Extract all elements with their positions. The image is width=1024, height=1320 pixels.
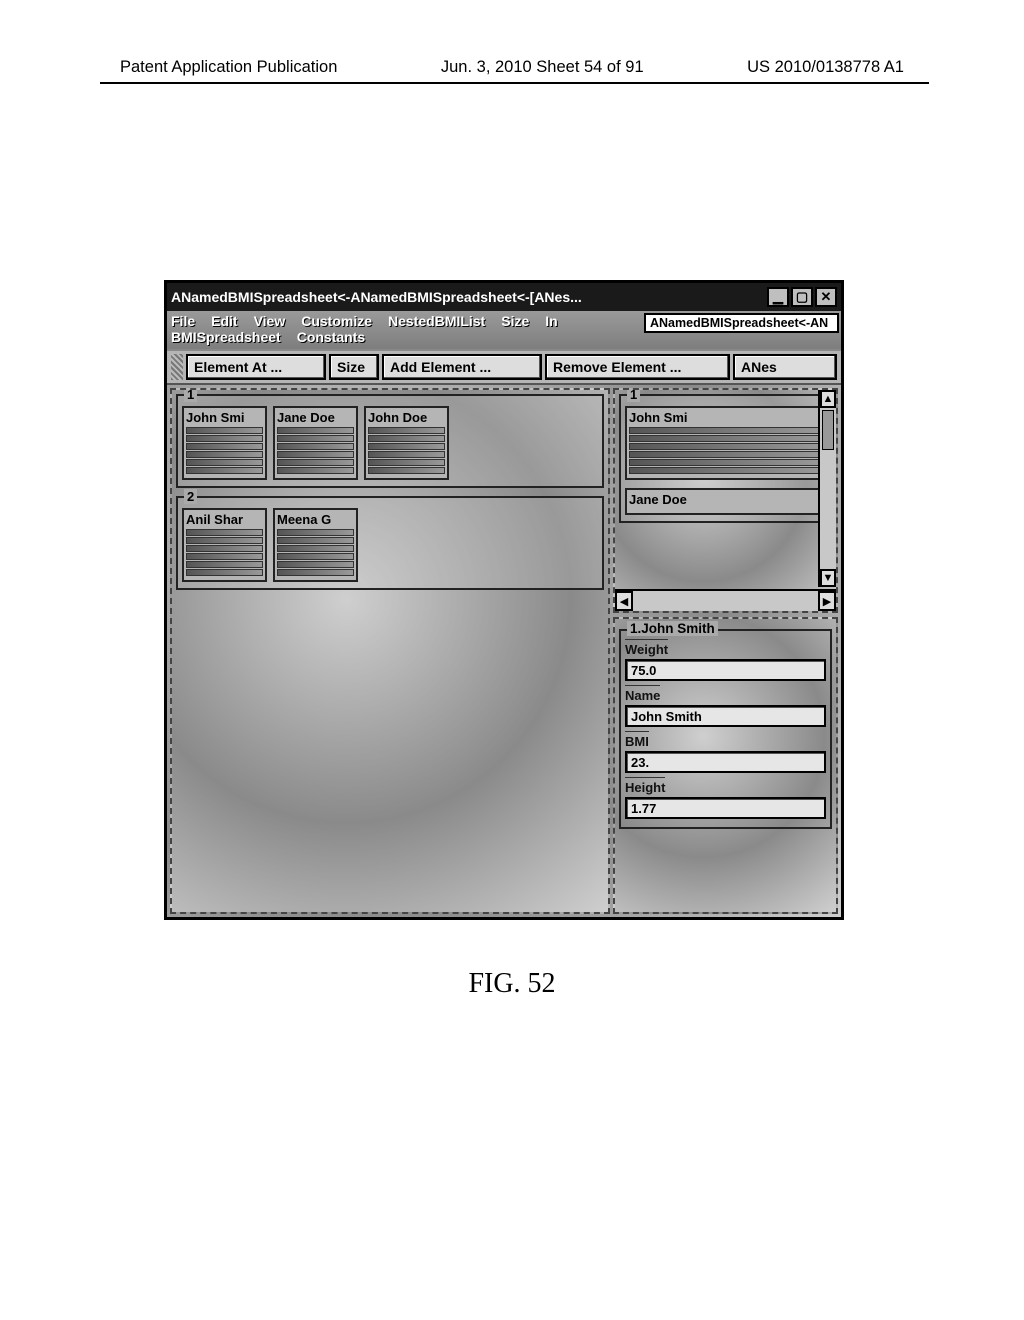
menu-size[interactable]: Size bbox=[501, 313, 529, 329]
right-card-john-smi[interactable]: John Smi bbox=[625, 406, 826, 480]
card-body bbox=[277, 427, 354, 474]
menu-bar: File Edit View Customize NestedBMIList S… bbox=[167, 311, 841, 349]
vertical-scrollbar[interactable]: ▲ ▼ bbox=[818, 390, 836, 587]
size-button[interactable]: Size bbox=[329, 354, 379, 380]
anes-button[interactable]: ANes bbox=[733, 354, 837, 380]
scroll-up-icon[interactable]: ▲ bbox=[820, 390, 836, 408]
add-element-button[interactable]: Add Element ... bbox=[382, 354, 542, 380]
scroll-thumb[interactable] bbox=[822, 410, 834, 450]
element-at-button[interactable]: Element At ... bbox=[186, 354, 326, 380]
remove-element-button[interactable]: Remove Element ... bbox=[545, 354, 730, 380]
card-label: Jane Doe bbox=[277, 410, 354, 425]
menu-in[interactable]: In bbox=[545, 313, 557, 329]
card-body bbox=[186, 427, 263, 474]
card-body bbox=[368, 427, 445, 474]
card-label: John Smi bbox=[186, 410, 263, 425]
menu-constants[interactable]: Constants bbox=[297, 329, 365, 345]
height-input[interactable] bbox=[625, 797, 826, 819]
group-2-label: 2 bbox=[184, 489, 197, 504]
detail-title: 1.John Smith bbox=[627, 621, 718, 636]
card-jane-doe[interactable]: Jane Doe bbox=[273, 406, 358, 480]
header-center: Jun. 3, 2010 Sheet 54 of 91 bbox=[441, 58, 644, 77]
group-1-label: 1 bbox=[184, 388, 197, 402]
toolbar: Element At ... Size Add Element ... Remo… bbox=[167, 349, 841, 385]
app-window: ANamedBMISpreadsheet<-ANamedBMISpreadshe… bbox=[164, 280, 844, 920]
card-meena-g[interactable]: Meena G bbox=[273, 508, 358, 582]
right-group-1[interactable]: 1 John Smi Jane Doe bbox=[619, 394, 832, 523]
scroll-left-icon[interactable]: ◀ bbox=[615, 591, 633, 611]
window-title: ANamedBMISpreadsheet<-ANamedBMISpreadshe… bbox=[171, 289, 767, 305]
left-pane: 1 John Smi Jane Doe bbox=[170, 388, 610, 914]
menu-nestedbmilist[interactable]: NestedBMIList bbox=[388, 313, 485, 329]
card-label: John Smi bbox=[629, 410, 822, 425]
right-group-1-label: 1 bbox=[627, 388, 640, 402]
field-height: Height bbox=[625, 777, 826, 819]
close-button[interactable]: ✕ bbox=[815, 287, 837, 307]
card-body bbox=[629, 427, 822, 474]
header-left: Patent Application Publication bbox=[120, 58, 337, 77]
detail-pane: 1.John Smith Weight Name BMI Height bbox=[613, 617, 838, 914]
menu-edit[interactable]: Edit bbox=[211, 313, 237, 329]
menu-bmispreadsheet[interactable]: BMISpreadsheet bbox=[171, 329, 281, 345]
bmi-label: BMI bbox=[625, 731, 649, 749]
figure-caption: FIG. 52 bbox=[0, 968, 1024, 1000]
name-input[interactable] bbox=[625, 705, 826, 727]
name-label: Name bbox=[625, 685, 660, 703]
field-bmi: BMI bbox=[625, 731, 826, 773]
header-right: US 2010/0138778 A1 bbox=[747, 58, 904, 77]
detail-group: 1.John Smith Weight Name BMI Height bbox=[619, 629, 832, 829]
scroll-down-icon[interactable]: ▼ bbox=[820, 569, 836, 587]
breadcrumb-dropdown[interactable]: ANamedBMISpreadsheet<-AN bbox=[644, 313, 839, 333]
menu-view[interactable]: View bbox=[254, 313, 286, 329]
title-bar[interactable]: ANamedBMISpreadsheet<-ANamedBMISpreadshe… bbox=[167, 283, 841, 311]
menu-customize[interactable]: Customize bbox=[301, 313, 372, 329]
card-label: John Doe bbox=[368, 410, 445, 425]
card-body bbox=[186, 529, 263, 576]
field-name: Name bbox=[625, 685, 826, 727]
height-label: Height bbox=[625, 777, 665, 795]
bmi-input[interactable] bbox=[625, 751, 826, 773]
menu-file[interactable]: File bbox=[171, 313, 195, 329]
group-2[interactable]: 2 Anil Shar Meena G bbox=[176, 496, 604, 590]
header-rule bbox=[100, 82, 929, 84]
toolbar-grip-icon[interactable] bbox=[171, 354, 183, 380]
right-list-pane: 1 John Smi Jane Doe ▲ bbox=[613, 388, 838, 613]
group-1[interactable]: 1 John Smi Jane Doe bbox=[176, 394, 604, 488]
content-area: 1 John Smi Jane Doe bbox=[167, 385, 841, 917]
card-anil-shar[interactable]: Anil Shar bbox=[182, 508, 267, 582]
scroll-right-icon[interactable]: ▶ bbox=[818, 591, 836, 611]
maximize-button[interactable]: ▢ bbox=[791, 287, 813, 307]
card-label: Meena G bbox=[277, 512, 354, 527]
weight-input[interactable] bbox=[625, 659, 826, 681]
card-label: Jane Doe bbox=[629, 492, 822, 507]
card-label: Anil Shar bbox=[186, 512, 263, 527]
card-john-doe[interactable]: John Doe bbox=[364, 406, 449, 480]
horizontal-scrollbar[interactable]: ◀ ▶ bbox=[615, 589, 836, 611]
minimize-button[interactable]: ▁ bbox=[767, 287, 789, 307]
right-card-jane-doe[interactable]: Jane Doe bbox=[625, 488, 826, 515]
card-john-smi[interactable]: John Smi bbox=[182, 406, 267, 480]
card-body bbox=[277, 529, 354, 576]
right-pane: 1 John Smi Jane Doe ▲ bbox=[613, 388, 838, 914]
weight-label: Weight bbox=[625, 639, 668, 657]
page-header: Patent Application Publication Jun. 3, 2… bbox=[0, 58, 1024, 77]
field-weight: Weight bbox=[625, 639, 826, 681]
